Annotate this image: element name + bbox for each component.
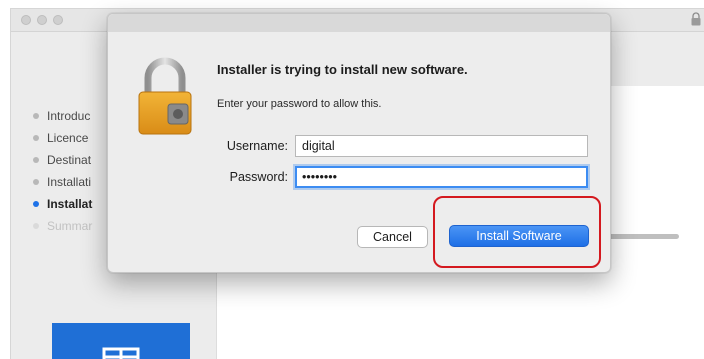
cancel-button[interactable]: Cancel <box>357 226 428 248</box>
step-label: Introduc <box>47 109 91 123</box>
installer-steps: Introduc Licence Destinat Installati Ins… <box>29 105 92 237</box>
padlock-icon <box>138 57 192 135</box>
package-icon <box>102 347 140 359</box>
dialog-top-bar <box>108 14 610 32</box>
step-dot <box>33 135 39 141</box>
step-label: Destinat <box>47 153 92 167</box>
step-installation: Installat <box>29 193 92 215</box>
username-label: Username: <box>226 139 288 153</box>
step-destination: Destinat <box>29 149 92 171</box>
dialog-message: Enter your password to allow this. <box>217 98 382 110</box>
step-licence: Licence <box>29 127 92 149</box>
step-introduction: Introduc <box>29 105 92 127</box>
step-dot <box>33 223 39 229</box>
step-installation-type: Installati <box>29 171 92 193</box>
lock-icon <box>691 12 701 26</box>
username-field[interactable]: digital <box>295 135 588 157</box>
zoom-window-button[interactable] <box>53 15 63 25</box>
step-dot <box>33 113 39 119</box>
password-field[interactable]: •••••••• <box>295 166 588 188</box>
step-dot <box>33 179 39 185</box>
close-window-button[interactable] <box>21 15 31 25</box>
step-label: Installat <box>47 197 93 211</box>
step-label: Installati <box>47 175 92 189</box>
highlight-annotation <box>433 196 601 268</box>
step-summary: Summar <box>29 215 92 237</box>
password-label: Password: <box>229 170 288 184</box>
step-label: Licence <box>47 131 89 145</box>
step-dot <box>33 157 39 163</box>
dialog-title: Installer is trying to install new softw… <box>217 62 468 77</box>
app-icon <box>52 323 190 359</box>
minimize-window-button[interactable] <box>37 15 47 25</box>
step-dot-active <box>33 201 39 207</box>
step-label: Summar <box>47 219 93 233</box>
